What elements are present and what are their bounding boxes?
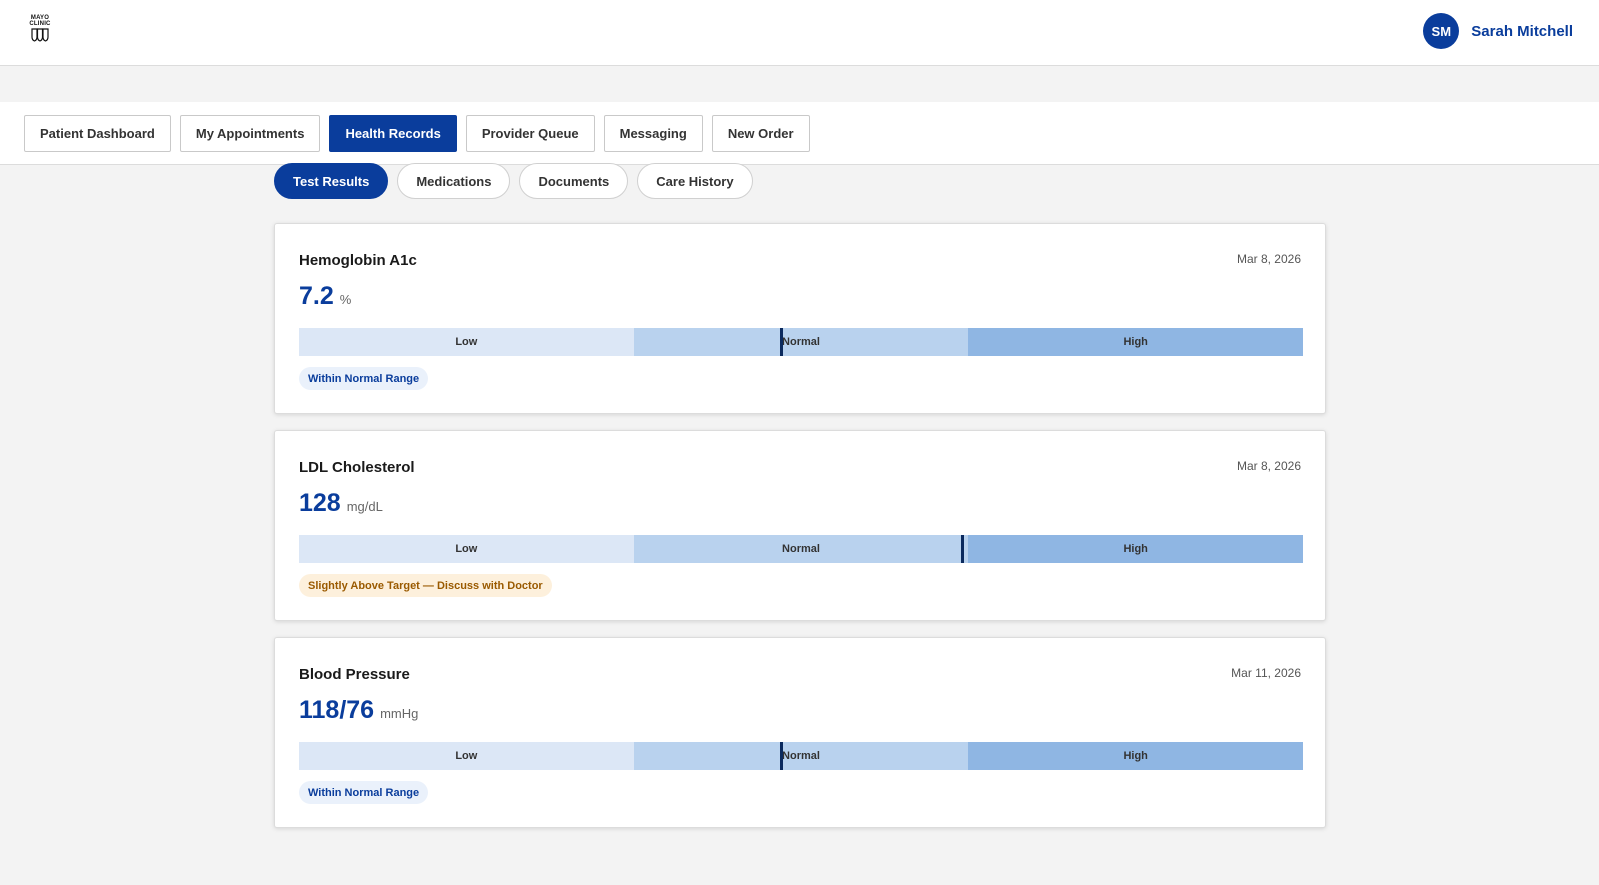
result-date: Mar 11, 2026	[1231, 666, 1301, 680]
result-card-ldl-cholesterol[interactable]: LDL Cholesterol Mar 8, 2026 128 mg/dL Low Nor…	[274, 430, 1326, 621]
result-title: LDL Cholesterol	[299, 459, 415, 476]
test-results-list: Hemoglobin A1c Mar 8, 2026 7.2% Low Normal Hi…	[274, 223, 1326, 844]
tab-messaging[interactable]: Messaging	[603, 115, 703, 152]
shield-icon	[31, 28, 49, 42]
tab-new-order[interactable]: New Order	[711, 115, 810, 152]
nav-tabs: Patient Dashboard My Appointments Health R…	[24, 115, 819, 152]
range-marker	[960, 535, 964, 563]
range-normal: Normal	[633, 535, 969, 563]
result-card-blood-pressure[interactable]: Blood Pressure Mar 11, 2026 118/76 mmHg Low N…	[274, 637, 1326, 828]
result-value-number: 7.2	[299, 282, 334, 310]
avatar[interactable]: SM	[1423, 13, 1460, 49]
range-marker	[779, 328, 783, 356]
result-value-unit: mmHg	[380, 706, 419, 721]
user-name[interactable]: Sarah Mitchell	[1471, 23, 1573, 40]
result-value: 128 mg/dL	[299, 489, 383, 518]
result-value-number: 118/76	[299, 696, 375, 724]
subtab-test-results[interactable]: Test Results	[274, 163, 389, 199]
user-menu[interactable]: SM Sarah Mitchell	[1423, 13, 1573, 49]
result-value-number: 128	[299, 489, 341, 517]
range-normal: Normal	[633, 328, 969, 356]
range-low: Low	[299, 535, 634, 563]
result-card-hemoglobin-a1c[interactable]: Hemoglobin A1c Mar 8, 2026 7.2% Low Normal Hi…	[274, 223, 1326, 414]
mayo-clinic-logo[interactable]: MAYO CLINIC	[27, 15, 53, 47]
range-high: High	[968, 328, 1304, 356]
main-navigation: Patient Dashboard My Appointments Health R…	[0, 102, 1599, 165]
tab-provider-queue[interactable]: Provider Queue	[465, 115, 595, 152]
range-high: High	[968, 535, 1304, 563]
status-badge: Within Normal Range	[299, 781, 429, 804]
result-value: 118/76 mmHg	[299, 696, 418, 725]
tab-health-records[interactable]: Health Records	[329, 115, 457, 152]
result-value-unit: %	[339, 292, 352, 307]
range-high: High	[968, 742, 1304, 770]
subtab-care-history[interactable]: Care History	[637, 163, 753, 199]
subtab-documents[interactable]: Documents	[519, 163, 629, 199]
result-value: 7.2%	[299, 282, 351, 311]
result-value-unit: mg/dL	[346, 499, 383, 514]
tab-patient-dashboard[interactable]: Patient Dashboard	[24, 115, 171, 152]
status-badge: Within Normal Range	[299, 367, 429, 390]
logo-line-2: CLINIC	[29, 21, 51, 27]
range-low: Low	[299, 328, 634, 356]
health-records-subtabs: Test Results Medications Documents Care His…	[274, 163, 762, 199]
result-date: Mar 8, 2026	[1236, 252, 1301, 266]
tab-my-appointments[interactable]: My Appointments	[179, 115, 321, 152]
result-date: Mar 8, 2026	[1236, 459, 1301, 473]
result-title: Blood Pressure	[299, 666, 410, 683]
reference-range-bar: Low Normal High	[299, 535, 1304, 563]
range-normal: Normal	[633, 742, 969, 770]
subtab-medications[interactable]: Medications	[397, 163, 511, 199]
reference-range-bar: Low Normal High	[299, 742, 1304, 770]
reference-range-bar: Low Normal High	[299, 328, 1304, 356]
result-title: Hemoglobin A1c	[299, 252, 417, 269]
range-marker	[779, 742, 783, 770]
range-low: Low	[299, 742, 634, 770]
top-header: MAYO CLINIC SM Sarah Mitchell	[0, 0, 1599, 66]
status-badge: Slightly Above Target — Discuss with Doc…	[299, 574, 552, 597]
